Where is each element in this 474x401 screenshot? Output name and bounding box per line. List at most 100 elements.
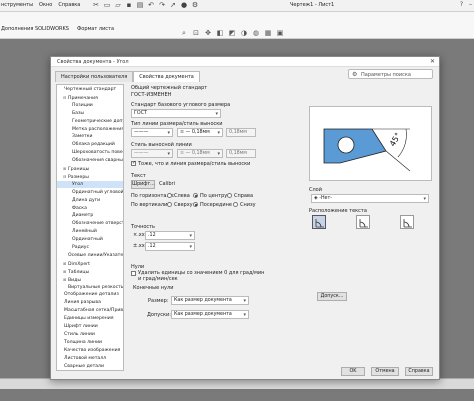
tree-item[interactable]: Масштабная сетка/Привязать	[57, 307, 123, 314]
ok-button[interactable]: OK	[341, 367, 365, 376]
same-style-checkbox[interactable]	[131, 160, 136, 166]
undo-icon[interactable]: ↶	[147, 1, 155, 10]
display-style-icon[interactable]: ◩	[228, 29, 236, 38]
tree-item[interactable]: Шрифт линии	[57, 323, 123, 330]
tree-item[interactable]: Базы	[57, 110, 123, 117]
search-options-input[interactable]: ⚙ Параметры поиска	[348, 69, 433, 79]
tree-item[interactable]: Стиль линии	[57, 331, 123, 338]
h-center-radio[interactable]	[193, 193, 198, 198]
tree-item[interactable]: ⊟ Размеры	[57, 173, 123, 180]
tree-item[interactable]: Угол	[57, 180, 123, 188]
tab-document-properties[interactable]: Свойства документа	[133, 71, 200, 82]
menu-item-help[interactable]: Справка	[58, 2, 80, 8]
search-icon[interactable]: ⌕	[180, 29, 188, 38]
pan-icon[interactable]: ✥	[204, 29, 212, 38]
tree-item[interactable]: Ординатный	[57, 236, 123, 243]
help-button[interactable]: Справка	[405, 367, 433, 376]
open-icon[interactable]: ▱	[114, 1, 122, 10]
menu-item-tools[interactable]: нструменты	[1, 2, 33, 8]
tab-addins[interactable]: Дополнения SOLIDWORKS	[0, 26, 70, 32]
scene-icon[interactable]: ▦	[264, 29, 272, 38]
h-right-radio[interactable]	[227, 193, 232, 198]
tree-item[interactable]: Линия разрыва	[57, 299, 123, 306]
display-icon[interactable]: ▣	[276, 29, 284, 38]
tolerance-button[interactable]: Допуск...	[317, 292, 347, 301]
tree-item[interactable]: Геометрические допу	[57, 118, 123, 125]
tree-item-label: Чертежный стандарт	[64, 87, 117, 92]
layer-select[interactable]: ◈ -Нет- ▾	[311, 194, 429, 203]
tree-item[interactable]: Линейный	[57, 228, 123, 235]
precision-select-1[interactable]: .12 ▾	[145, 231, 195, 240]
close-icon[interactable]: ✕	[430, 58, 435, 65]
tree-item[interactable]: Позиции	[57, 102, 123, 109]
tree-item[interactable]: ⊞ Таблицы	[57, 268, 123, 275]
v-top-radio[interactable]	[167, 202, 172, 207]
minimize-icon[interactable]: –	[469, 1, 472, 8]
new-icon[interactable]: ▭	[103, 1, 111, 10]
tree-item[interactable]: Сварные детали	[57, 363, 123, 370]
dimensions-zeros-select[interactable]: Как размер документа ▾	[171, 296, 249, 305]
tree-item[interactable]: Ординатный угловой	[57, 189, 123, 196]
properties-tree[interactable]: Чертежный стандарт ⊟ Примечания Позиции Базы…	[56, 84, 124, 371]
zoom-fit-icon[interactable]: ⊡	[192, 29, 200, 38]
tree-item[interactable]: ⊞ Виды	[57, 276, 123, 283]
tolerance-zeros-select[interactable]: Как размер документа ▾	[171, 310, 249, 319]
tree-item[interactable]: ⊟ Примечания	[57, 94, 123, 101]
leader-thickness-select[interactable]: ≡ — 0,18мм ▾	[177, 128, 223, 137]
select-icon[interactable]: ➚	[169, 1, 177, 10]
tree-item[interactable]: Длина дуги	[57, 197, 123, 204]
redo-icon[interactable]: ↷	[158, 1, 166, 10]
h-left-radio[interactable]	[167, 193, 172, 198]
leader-thickness-field[interactable]: 0,18мм	[226, 128, 256, 137]
tree-item[interactable]: Листовой металл	[57, 355, 123, 362]
text-position-aligned-icon[interactable]	[356, 215, 370, 229]
layer-value: -Нет-	[319, 196, 333, 201]
tree-item[interactable]: Качество изображения	[57, 347, 123, 354]
tree-item-label: Облака редакций	[72, 142, 115, 148]
remove-zero-checkbox[interactable]	[131, 271, 136, 276]
hide-show-icon[interactable]: ◑	[240, 29, 248, 38]
print-icon[interactable]: ▤	[136, 1, 144, 10]
tree-item[interactable]: ⊞ Границы	[57, 165, 123, 172]
tree-item[interactable]: Обозначение отверст	[57, 220, 123, 227]
rebuild-icon[interactable]: ●	[180, 1, 188, 10]
tree-item[interactable]: Радиус	[57, 244, 123, 251]
tree-item[interactable]: Чертежный стандарт	[57, 86, 123, 93]
save-icon[interactable]: ▪	[125, 1, 133, 10]
ext-line-style-select[interactable]: ——— ▾	[131, 149, 173, 158]
tree-item[interactable]: Обозначения сварных	[57, 157, 123, 164]
tab-user-settings[interactable]: Настройки пользователя	[55, 71, 134, 82]
help-icon[interactable]: ?	[460, 1, 463, 8]
tree-item[interactable]: Осевые линии/Указатель	[57, 252, 123, 259]
tree-item[interactable]: Облака редакций	[57, 141, 123, 148]
options-icon[interactable]: ⚙	[191, 1, 199, 10]
tree-item[interactable]: Шероховатость повер	[57, 149, 123, 156]
view-orient-icon[interactable]: ◧	[216, 29, 224, 38]
tree-item[interactable]: Метка расположения	[57, 126, 123, 133]
text-position-horizontal-icon[interactable]	[400, 215, 414, 229]
appearance-icon[interactable]: ◍	[252, 29, 260, 38]
tree-item[interactable]: Заметки	[57, 133, 123, 140]
ext-thickness-select[interactable]: ≡ — 0,18мм ▾	[177, 149, 223, 158]
tree-item[interactable]: ⊞ DimXpert	[57, 260, 123, 267]
menu-item-window[interactable]: Окно	[39, 2, 52, 8]
tree-item[interactable]: Единицы измерения	[57, 315, 123, 322]
command-manager: Дополнения SOLIDWORKS Формат листа ⌕ ⊡ ✥…	[0, 12, 474, 39]
precision-select-2[interactable]: .12 ▾	[145, 242, 195, 251]
tree-item[interactable]: Отображение детализ	[57, 291, 123, 298]
ext-thickness-field[interactable]: 0,18мм	[226, 149, 256, 158]
v-bottom-radio[interactable]	[233, 202, 238, 207]
tree-item[interactable]: Диаметр	[57, 212, 123, 219]
tab-sheet-format[interactable]: Формат листа	[76, 26, 115, 32]
pin-icon[interactable]: ✂	[92, 1, 100, 10]
tree-item[interactable]: Виртуальные резкость	[57, 284, 123, 291]
v-middle-radio[interactable]	[193, 202, 198, 207]
font-button[interactable]: Шрифт...	[131, 180, 155, 189]
text-position-inline-icon[interactable]	[312, 215, 326, 229]
base-standard-select[interactable]: ГОСТ ▾	[131, 109, 221, 118]
cancel-button[interactable]: Отмена	[371, 367, 399, 376]
leader-line-style-select[interactable]: ——— ▾	[131, 128, 173, 137]
tree-item[interactable]: Фаска	[57, 205, 123, 212]
tree-item-label: Фаска	[72, 205, 87, 211]
tree-item[interactable]: Толщина линии	[57, 339, 123, 346]
